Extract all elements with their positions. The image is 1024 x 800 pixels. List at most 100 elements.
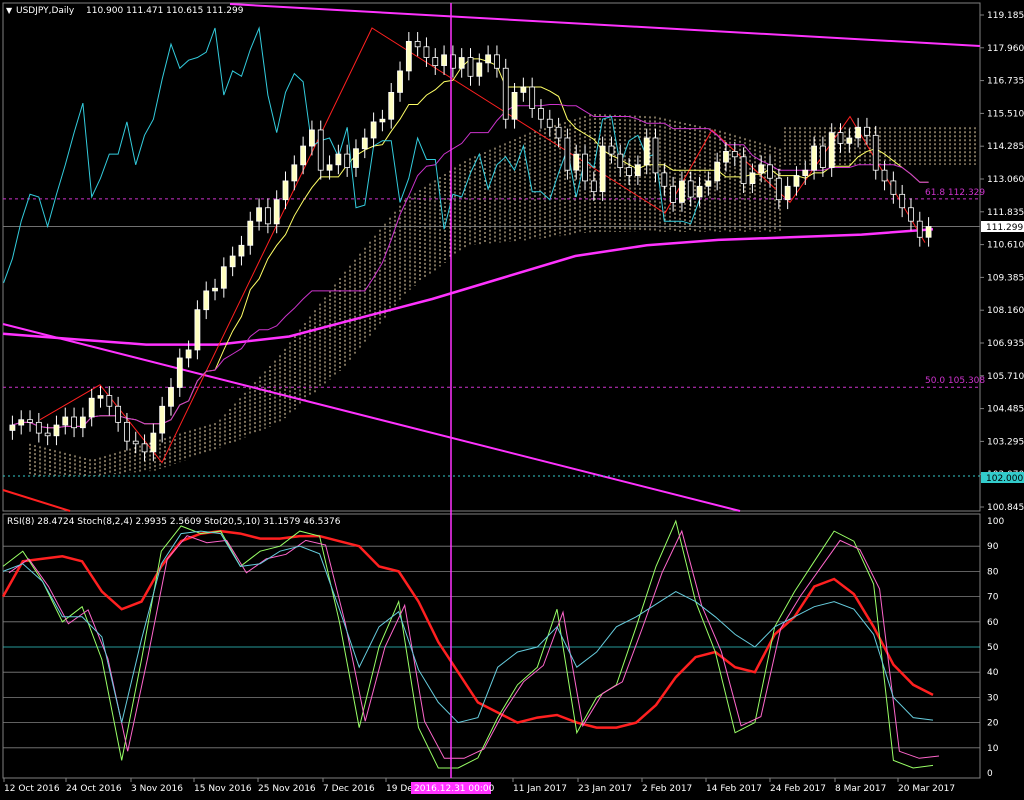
- candle-body: [705, 180, 712, 187]
- candle-body: [564, 137, 571, 171]
- candle-body: [626, 167, 632, 176]
- candle-body: [617, 153, 624, 168]
- candle-body: [379, 118, 386, 123]
- time-tick-label: 11 Jan 2017: [513, 784, 567, 794]
- candle-body: [714, 161, 721, 182]
- candle-body: [767, 164, 773, 179]
- indicator-tick-label: 90: [987, 542, 999, 552]
- candle-body: [749, 172, 756, 185]
- candle-body: [590, 180, 597, 193]
- candle-body: [353, 148, 359, 168]
- time-tick-label: 24 Feb 2017: [770, 784, 826, 794]
- chart-canvas[interactable]: ▼ USDJPY,Daily 110.900 111.471 110.615 1…: [0, 0, 1024, 800]
- candle-body: [555, 126, 562, 139]
- indicator-tick-label: 60: [987, 618, 999, 628]
- price-tick-label: 119.185: [987, 11, 1024, 21]
- crosshair-date-label: 2016.12.31 00:00: [414, 784, 495, 794]
- candle-body: [784, 185, 791, 201]
- candle-body: [828, 132, 835, 168]
- price-tick-label: 108.160: [987, 306, 1024, 316]
- candle-body: [458, 57, 465, 69]
- candle-body: [370, 121, 377, 139]
- time-tick-label: 25 Nov 2016: [258, 784, 316, 794]
- candle-body: [837, 132, 844, 144]
- candle-body: [538, 108, 544, 120]
- indicator-tick-label: 30: [987, 693, 999, 703]
- candle-body: [908, 207, 914, 222]
- price-tick-label: 117.960: [987, 44, 1024, 54]
- candle-body: [414, 41, 421, 48]
- candle-body: [264, 207, 271, 225]
- indicator-axis: 1009080706050403020100: [987, 517, 1004, 779]
- candle-body: [273, 199, 280, 225]
- candle-body: [291, 164, 298, 182]
- candle-body: [388, 91, 395, 120]
- candle-body: [203, 290, 210, 311]
- candle-body: [326, 164, 333, 171]
- candle-body: [132, 440, 139, 445]
- candle-body: [309, 129, 315, 147]
- chart-ohlc: 110.900 111.471 110.615 111.299: [86, 6, 244, 16]
- time-tick-label: 24 Oct 2016: [66, 784, 122, 794]
- candle-body: [53, 424, 60, 437]
- candle-body: [88, 397, 95, 418]
- indicator-tick-label: 100: [987, 517, 1004, 527]
- candle-body: [652, 137, 659, 174]
- indicator-values: RSI(8) 28.4724 Stoch(8,2,4) 2.9935 2.560…: [7, 517, 341, 527]
- candle-body: [238, 244, 245, 257]
- candle-body: [282, 180, 289, 201]
- indicator-tick-label: 10: [987, 744, 999, 754]
- candle-body: [300, 145, 307, 166]
- candle-body: [872, 134, 879, 171]
- candle-body: [802, 169, 809, 176]
- candle-body: [502, 67, 509, 120]
- candle-body: [124, 421, 130, 442]
- time-tick-label: 7 Dec 2016: [323, 784, 375, 794]
- candle-body: [432, 57, 439, 66]
- candle-body: [71, 416, 77, 429]
- candle-body: [511, 91, 518, 120]
- price-tick-label: 114.285: [987, 142, 1024, 152]
- candle-body: [168, 387, 174, 407]
- candle-body: [529, 86, 536, 109]
- candle-body: [846, 137, 853, 144]
- candle-body: [899, 193, 906, 209]
- candle-body: [485, 54, 492, 64]
- candle-body: [599, 145, 606, 193]
- level-102-label: 102.000: [986, 474, 1023, 484]
- price-tick-label: 105.710: [987, 372, 1024, 382]
- candle-body: [864, 126, 870, 136]
- candle-body: [520, 86, 527, 93]
- candle-body: [916, 220, 923, 238]
- candle-body: [731, 151, 738, 158]
- candle-body: [740, 156, 747, 185]
- candle-body: [758, 164, 765, 174]
- candle-body: [97, 395, 104, 399]
- candle-body: [476, 62, 483, 77]
- fib-label-618: 61.8 112.329: [925, 188, 985, 198]
- candle-body: [608, 145, 615, 155]
- candle-body: [573, 153, 580, 171]
- candle-body: [317, 129, 324, 171]
- candle-body: [793, 175, 800, 187]
- candle-body: [9, 424, 16, 431]
- header-arrow-icon[interactable]: ▼: [6, 6, 13, 15]
- candle-body: [141, 443, 148, 453]
- price-axis: 119.185 117.960 116.735 115.510 114.285 113.0…: [980, 11, 1024, 513]
- candle-body: [890, 180, 897, 195]
- candle-body: [925, 226, 932, 238]
- time-tick-label: 3 Nov 2016: [131, 784, 183, 794]
- candle-body: [467, 57, 474, 77]
- candle-body: [687, 180, 694, 198]
- candle-body: [35, 421, 42, 434]
- price-tick-label: 100.845: [987, 503, 1024, 513]
- candle-body: [397, 70, 403, 93]
- candle-body: [62, 416, 69, 426]
- candle-body: [344, 153, 351, 168]
- price-tick-label: 104.485: [987, 405, 1024, 415]
- candle-body: [335, 153, 342, 166]
- price-tick-label: 109.385: [987, 273, 1024, 283]
- candle-body: [79, 416, 86, 429]
- chart-symbol-title: USDJPY,Daily: [16, 6, 75, 16]
- candle-body: [44, 432, 51, 437]
